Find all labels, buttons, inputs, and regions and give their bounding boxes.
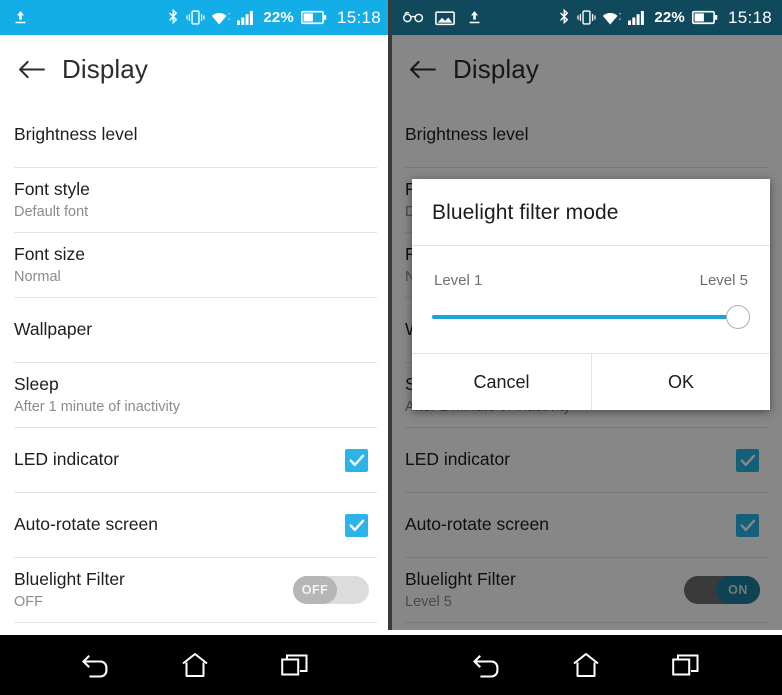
setting-subtitle: Normal (14, 268, 61, 285)
dialog-actions: Cancel OK (412, 354, 770, 410)
toggle-thumb-label: OFF (293, 576, 337, 604)
nav-bar-right (391, 635, 782, 695)
page-title: Display (62, 53, 148, 84)
bluelight-filter-toggle[interactable]: ON (684, 576, 760, 604)
toggle-thumb-label: ON (716, 576, 760, 604)
battery-icon (300, 10, 327, 25)
battery-icon (691, 10, 718, 25)
setting-subtitle: Level 5 (405, 593, 452, 610)
app-header-right: Display (391, 35, 782, 103)
wifi-icon (211, 10, 231, 26)
status-bar-right: 22% 15:18 (391, 0, 782, 35)
setting-title: Font size (14, 243, 85, 264)
android-nav-bar (0, 635, 782, 695)
row-divider (405, 622, 768, 623)
bluelight-filter-toggle[interactable]: OFF (293, 576, 369, 604)
screen-split-divider (388, 0, 392, 630)
recents-nav-icon[interactable] (271, 641, 319, 689)
setting-subtitle: OFF (14, 593, 43, 610)
settings-list-left: Brightness level Font style Default font… (0, 103, 391, 623)
setting-row-brightness-level[interactable]: Brightness level (391, 103, 782, 167)
home-nav-icon[interactable] (562, 641, 610, 689)
battery-percent-label: 22% (263, 9, 294, 26)
back-arrow-icon[interactable] (405, 52, 439, 86)
setting-title: Wallpaper (14, 319, 93, 340)
setting-row-font-style[interactable]: Font style Default font (0, 168, 391, 232)
nav-bar-left (0, 635, 391, 695)
setting-row-auto-rotate-screen[interactable]: Auto-rotate screen (391, 493, 782, 557)
screenshot-stage: 22% 15:18 Display Brightness level Font … (0, 0, 782, 695)
back-arrow-icon[interactable] (14, 52, 48, 86)
app-header-left: Display (0, 35, 391, 103)
upload-icon (12, 9, 29, 26)
left-phone-screen: 22% 15:18 Display Brightness level Font … (0, 0, 391, 630)
clock-label: 15:18 (336, 7, 381, 27)
bluetooth-icon (167, 8, 180, 27)
led-indicator-checkbox[interactable] (345, 448, 368, 472)
status-bar-right-icons: 22% 15:18 (167, 8, 381, 28)
status-bar-left-icons (12, 9, 29, 26)
dialog-body: Level 1 Level 5 (412, 246, 770, 354)
auto-rotate-checkbox[interactable] (345, 513, 368, 537)
slider-max-label: Level 5 (699, 272, 748, 289)
setting-title: Auto-rotate screen (405, 514, 549, 535)
status-bar-left-icons (403, 9, 483, 26)
setting-title: Bluelight Filter (405, 568, 516, 589)
setting-row-bluelight-filter[interactable]: Bluelight Filter OFF OFF (0, 558, 391, 622)
vibrate-icon (186, 9, 205, 26)
back-nav-icon[interactable] (72, 641, 120, 689)
clock-label: 15:18 (727, 7, 772, 27)
wifi-icon (602, 10, 622, 26)
setting-row-led-indicator[interactable]: LED indicator (0, 428, 391, 492)
setting-row-brightness-level[interactable]: Brightness level (0, 103, 391, 167)
setting-title: Sleep (14, 373, 59, 394)
setting-title: Brightness level (405, 124, 529, 145)
slider-labels: Level 1 Level 5 (432, 272, 750, 289)
bluelight-level-slider[interactable] (432, 305, 750, 329)
setting-title: Brightness level (14, 124, 138, 145)
setting-row-font-size[interactable]: Font size Normal (0, 233, 391, 297)
setting-title: Bluelight Filter (14, 568, 125, 589)
setting-title: LED indicator (14, 449, 120, 470)
setting-subtitle: Default font (14, 203, 89, 220)
setting-row-led-indicator[interactable]: LED indicator (391, 428, 782, 492)
recents-nav-icon[interactable] (662, 641, 710, 689)
glasses-icon (403, 11, 424, 24)
setting-row-wallpaper[interactable]: Wallpaper (0, 298, 391, 362)
cancel-button[interactable]: Cancel (412, 354, 591, 410)
setting-title: Auto-rotate screen (14, 514, 158, 535)
slider-min-label: Level 1 (434, 272, 483, 289)
bluelight-filter-mode-dialog: Bluelight filter mode Level 1 Level 5 Ca… (412, 179, 770, 410)
home-nav-icon[interactable] (171, 641, 219, 689)
signal-icon (237, 10, 255, 25)
signal-icon (628, 10, 646, 25)
setting-title: Font style (14, 178, 90, 199)
slider-thumb[interactable] (726, 305, 750, 329)
row-divider (14, 622, 377, 623)
back-nav-icon[interactable] (463, 641, 511, 689)
auto-rotate-checkbox[interactable] (736, 513, 759, 537)
setting-title: LED indicator (405, 449, 511, 470)
status-bar-left: 22% 15:18 (0, 0, 391, 35)
status-bar-right-icons: 22% 15:18 (558, 8, 772, 28)
ok-button[interactable]: OK (591, 354, 770, 410)
setting-row-auto-rotate-screen[interactable]: Auto-rotate screen (0, 493, 391, 557)
battery-percent-label: 22% (654, 9, 685, 26)
upload-icon (466, 9, 483, 26)
image-icon (435, 10, 455, 26)
bluetooth-icon (558, 8, 571, 27)
slider-fill (432, 315, 738, 319)
setting-subtitle: After 1 minute of inactivity (14, 398, 181, 415)
vibrate-icon (577, 9, 596, 26)
setting-row-bluelight-filter[interactable]: Bluelight Filter Level 5 ON (391, 558, 782, 622)
right-phone-screen: 22% 15:18 Display Brightness level LED i… (391, 0, 782, 630)
led-indicator-checkbox[interactable] (736, 448, 759, 472)
page-title: Display (453, 53, 539, 84)
setting-row-sleep[interactable]: Sleep After 1 minute of inactivity (0, 363, 391, 427)
dialog-title: Bluelight filter mode (412, 179, 770, 246)
